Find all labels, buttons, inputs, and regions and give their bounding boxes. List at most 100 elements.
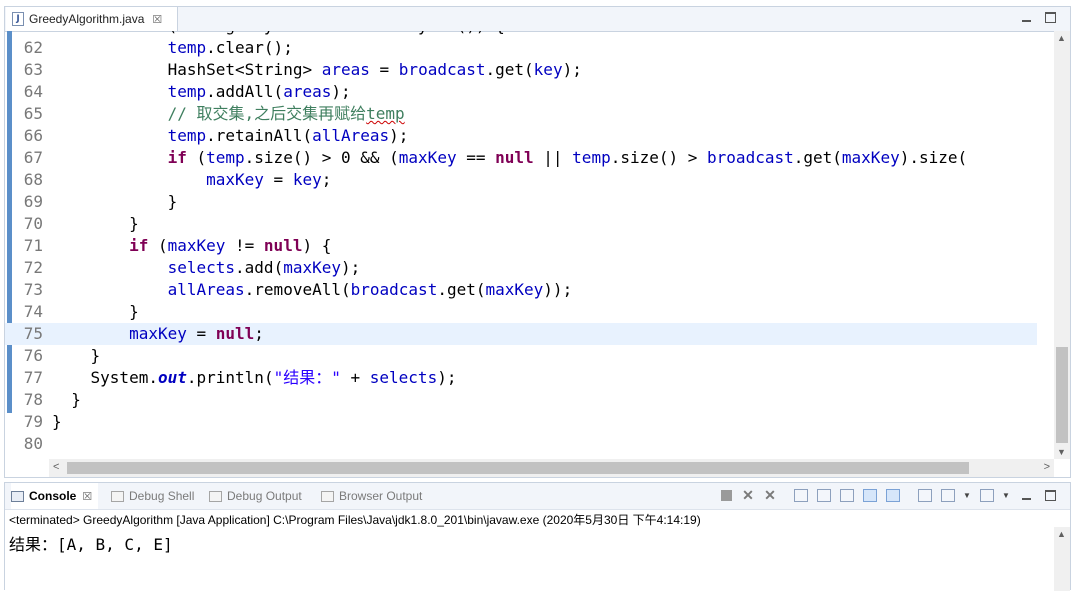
code-line[interactable]: 64 temp.addAll(areas); <box>5 81 1037 103</box>
close-icon[interactable]: ☒ <box>152 13 162 26</box>
code-line[interactable]: 67 if (temp.size() > 0 && (maxKey == nul… <box>5 147 1037 169</box>
code-line[interactable]: 74 } <box>5 301 1037 323</box>
scroll-up-icon[interactable]: ▲ <box>1057 33 1066 43</box>
code-line[interactable]: 78 } <box>5 389 1037 411</box>
code-text[interactable]: maxKey = null; <box>52 323 264 345</box>
code-line[interactable]: 80 <box>5 433 1037 455</box>
browser-output-icon <box>321 490 334 502</box>
scroll-lock-icon[interactable] <box>817 489 831 502</box>
tab-label: Debug Shell <box>129 489 195 503</box>
code-line[interactable]: 71 if (maxKey != null) { <box>5 235 1037 257</box>
tab-console[interactable]: Console ☒ <box>11 483 99 509</box>
code-line[interactable]: 75 maxKey = null; <box>5 323 1037 345</box>
editor-tab-greedyalgorithm[interactable]: J GreedyAlgorithm.java ☒ <box>6 7 178 31</box>
code-line[interactable]: 65 // 取交集,之后交集再赋给temp <box>5 103 1037 125</box>
line-number: 73 <box>23 280 43 299</box>
code-area[interactable]: 61 for (String key : broadcast.keySet())… <box>5 31 1070 459</box>
debug-output-icon <box>209 490 222 502</box>
console-tab-bar: Console ☒ Debug Shell Debug Output Brows… <box>5 483 1070 510</box>
code-line[interactable]: 72 selects.add(maxKey); <box>5 257 1037 279</box>
code-text[interactable]: temp.addAll(areas); <box>52 81 351 103</box>
scroll-right-icon[interactable]: > <box>1044 461 1050 473</box>
editor-vertical-scrollbar[interactable]: ▲ ▼ <box>1054 31 1070 459</box>
pin-console-icon[interactable] <box>918 489 932 502</box>
code-text[interactable]: allAreas.removeAll(broadcast.get(maxKey)… <box>52 279 573 301</box>
code-line[interactable]: 73 allAreas.removeAll(broadcast.get(maxK… <box>5 279 1037 301</box>
code-text[interactable]: System.out.println("结果：" + selects); <box>52 367 457 389</box>
line-number: 65 <box>23 104 43 123</box>
code-line[interactable]: 76 } <box>5 345 1037 367</box>
tab-label: Console <box>29 489 77 503</box>
code-text[interactable]: HashSet<String> areas = broadcast.get(ke… <box>52 59 582 81</box>
code-text[interactable]: temp.clear(); <box>52 37 293 59</box>
console-view: Console ☒ Debug Shell Debug Output Brows… <box>4 482 1071 591</box>
code-text[interactable]: } <box>52 301 139 323</box>
code-line[interactable]: 70 } <box>5 213 1037 235</box>
minimize-icon[interactable] <box>1022 15 1031 22</box>
code-line[interactable]: 69 } <box>5 191 1037 213</box>
code-line[interactable]: 77 System.out.println("结果：" + selects); <box>5 367 1037 389</box>
code-line[interactable]: 66 temp.retainAll(allAreas); <box>5 125 1037 147</box>
code-text[interactable]: } <box>52 213 139 235</box>
console-icon <box>11 490 24 502</box>
editor-pane: J GreedyAlgorithm.java ☒ 61 for (String … <box>4 6 1071 478</box>
tab-debug-output[interactable]: Debug Output <box>209 483 302 509</box>
console-vertical-scrollbar[interactable]: ▲ <box>1054 527 1070 591</box>
scroll-down-icon[interactable]: ▼ <box>1057 447 1066 457</box>
line-number: 64 <box>23 82 43 101</box>
line-number: 66 <box>23 126 43 145</box>
scroll-thumb[interactable] <box>1056 347 1068 443</box>
maximize-icon[interactable] <box>1045 490 1056 501</box>
chevron-down-icon[interactable]: ▼ <box>1002 489 1010 502</box>
line-number: 68 <box>23 170 43 189</box>
minimize-icon[interactable] <box>1022 493 1031 500</box>
code-text[interactable]: temp.retainAll(allAreas); <box>52 125 409 147</box>
line-number: 76 <box>23 346 43 365</box>
java-file-icon: J <box>12 12 24 26</box>
code-text[interactable]: if (maxKey != null) { <box>52 235 331 257</box>
code-line[interactable]: 63 HashSet<String> areas = broadcast.get… <box>5 59 1037 81</box>
tab-debug-shell[interactable]: Debug Shell <box>111 483 194 509</box>
code-line[interactable]: 79} <box>5 411 1037 433</box>
remove-launch-icon[interactable]: ✕ <box>741 487 755 503</box>
scroll-left-icon[interactable]: < <box>53 461 59 473</box>
tab-browser-output[interactable]: Browser Output <box>321 483 422 509</box>
remove-all-terminated-icon[interactable]: ✕ <box>763 487 777 503</box>
line-number: 75 <box>23 324 43 343</box>
maximize-icon[interactable] <box>1045 12 1056 23</box>
line-number: 78 <box>23 390 43 409</box>
code-text[interactable]: } <box>52 345 101 367</box>
line-number: 80 <box>23 434 43 453</box>
open-console-icon[interactable] <box>980 489 994 502</box>
tab-label: Browser Output <box>339 489 423 503</box>
line-number: 62 <box>23 38 43 57</box>
code-text[interactable]: // 取交集,之后交集再赋给temp <box>52 103 405 125</box>
line-number: 79 <box>23 412 43 431</box>
terminate-icon[interactable] <box>721 490 732 501</box>
scroll-thumb[interactable] <box>67 462 969 474</box>
close-icon[interactable]: ☒ <box>82 490 92 503</box>
word-wrap-icon[interactable] <box>840 489 854 502</box>
show-on-stdout-icon[interactable] <box>863 489 877 502</box>
console-output[interactable]: 结果：[A, B, C, E] <box>9 531 173 555</box>
tab-label: Debug Output <box>227 489 302 503</box>
scroll-up-icon[interactable]: ▲ <box>1057 529 1066 539</box>
display-selected-console-icon[interactable] <box>941 489 955 502</box>
code-line[interactable]: 68 maxKey = key; <box>5 169 1037 191</box>
code-text[interactable]: maxKey = key; <box>52 169 331 191</box>
code-text[interactable]: } <box>52 191 178 213</box>
code-line[interactable]: 62 temp.clear(); <box>5 37 1037 59</box>
show-on-stderr-icon[interactable] <box>886 489 900 502</box>
code-text[interactable]: } <box>52 411 62 433</box>
console-status: <terminated> GreedyAlgorithm [Java Appli… <box>9 513 701 527</box>
debug-shell-icon <box>111 490 124 502</box>
code-text[interactable]: } <box>52 389 81 411</box>
code-text[interactable]: if (temp.size() > 0 && (maxKey == null |… <box>52 147 968 169</box>
chevron-down-icon[interactable]: ▼ <box>963 489 971 502</box>
editor-horizontal-scrollbar[interactable]: < > <box>49 459 1054 477</box>
clear-console-icon[interactable] <box>794 489 808 502</box>
line-number: 63 <box>23 60 43 79</box>
line-number: 69 <box>23 192 43 211</box>
code-text[interactable]: selects.add(maxKey); <box>52 257 361 279</box>
line-number: 74 <box>23 302 43 321</box>
